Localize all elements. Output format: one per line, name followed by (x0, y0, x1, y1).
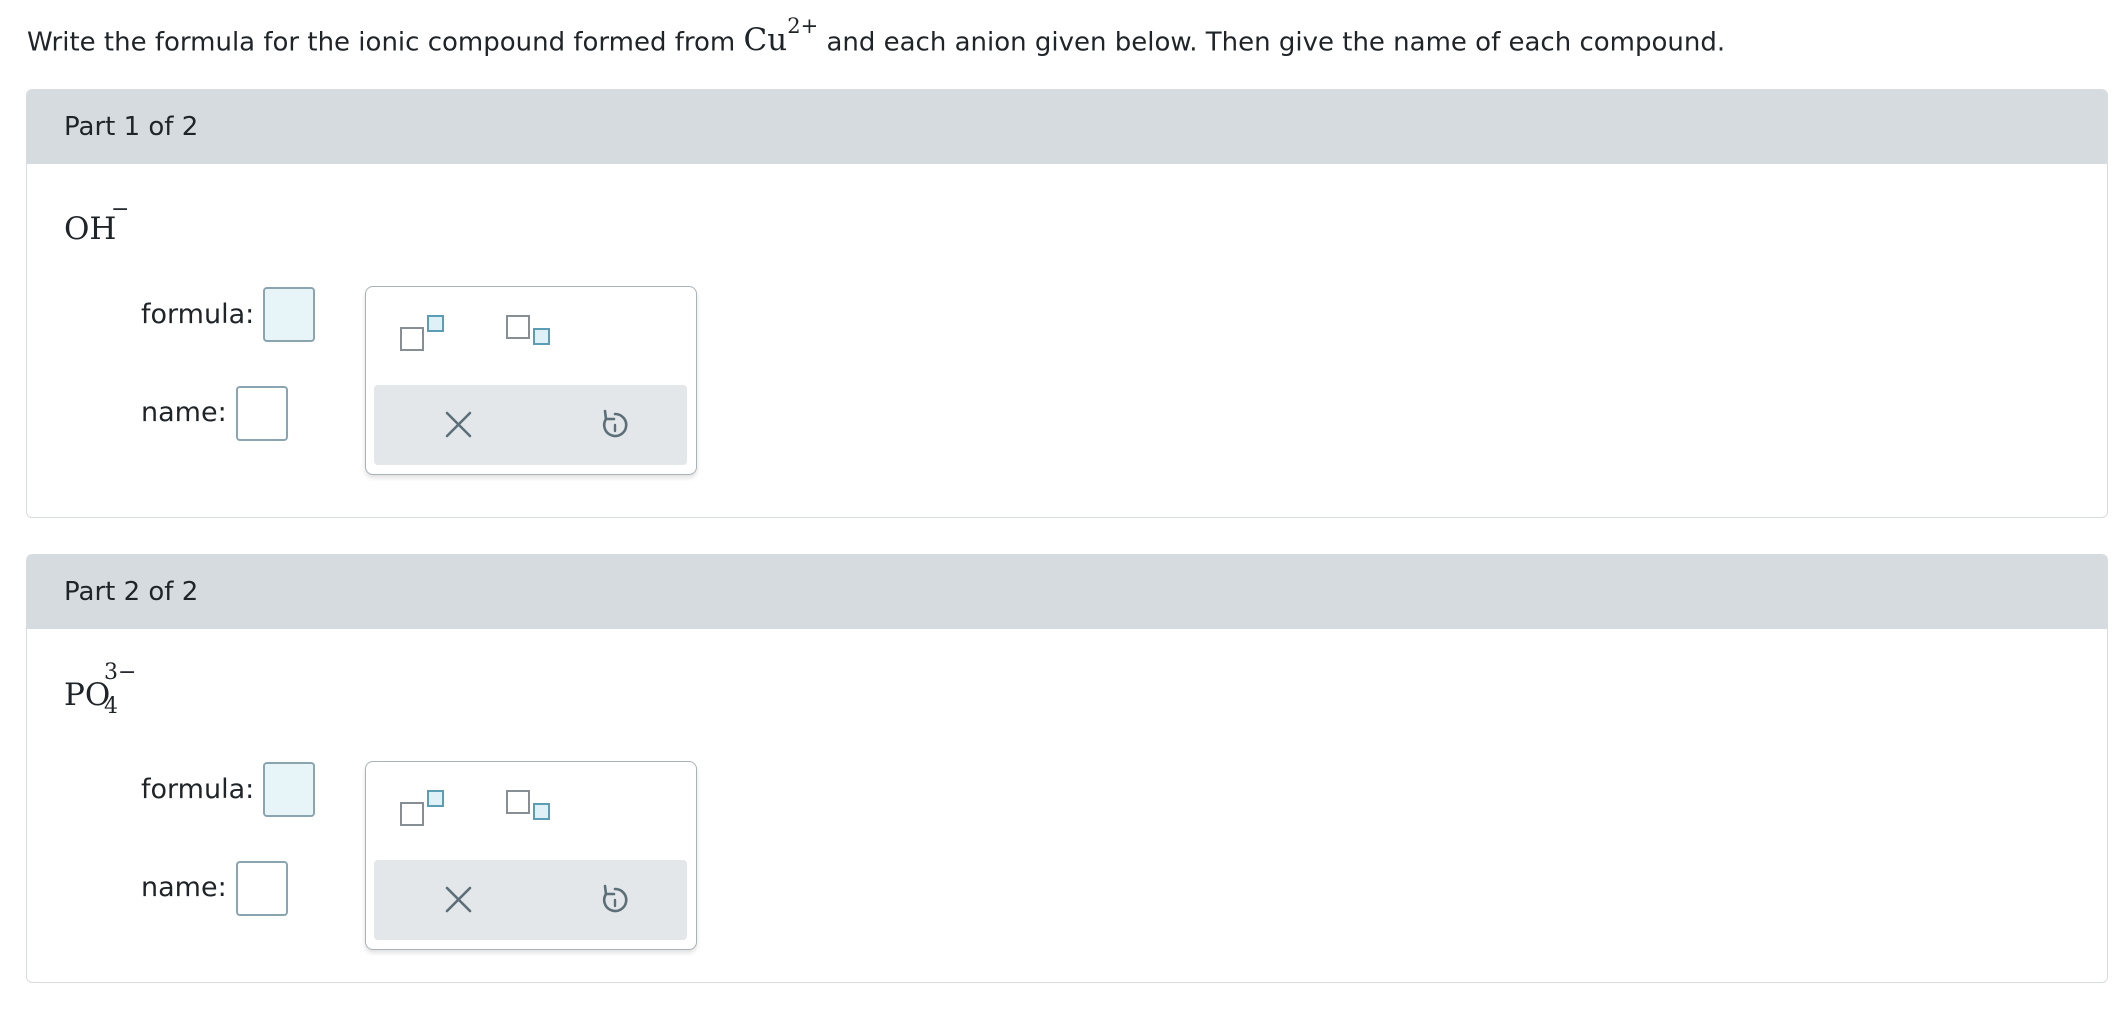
part-2-formula-input[interactable] (263, 762, 315, 817)
part-1-panel: Part 1 of 2 OH − formula: name: (26, 89, 2108, 518)
question-prompt: Write the formula for the ionic compound… (27, 14, 1725, 60)
undo-icon (602, 409, 628, 438)
part-1-anion: OH − (64, 197, 129, 247)
page: Write the formula for the ionic compound… (0, 0, 2120, 1030)
subscript-button[interactable] (506, 786, 556, 831)
subscript-button[interactable] (506, 311, 556, 356)
name-label: name: (141, 872, 227, 903)
question-text-after: and each anion given below. Then give th… (818, 27, 1726, 58)
anion-charge: − (111, 197, 130, 222)
question-text-before: Write the formula for the ionic compound… (27, 27, 744, 58)
clear-button[interactable] (414, 395, 504, 455)
part-2-header: Part 2 of 2 (27, 555, 2107, 629)
part-2-name-input[interactable] (236, 861, 288, 916)
clear-icon (445, 886, 472, 913)
anion-subscript: 4 (104, 694, 118, 719)
superscript-button[interactable] (400, 786, 450, 831)
undo-button[interactable] (569, 870, 659, 930)
palette-toolbar (374, 860, 687, 940)
clear-icon (445, 411, 472, 438)
part-1-header: Part 1 of 2 (27, 90, 2107, 164)
anion-charge: 3− (104, 660, 137, 685)
part-2-panel: Part 2 of 2 PO 4 3− formula: name: (26, 554, 2108, 983)
part-1-math-palette (365, 286, 697, 475)
undo-icon (602, 884, 628, 913)
part-1-formula-input[interactable] (263, 287, 315, 342)
name-label: name: (141, 397, 227, 428)
formula-label: formula: (141, 774, 255, 805)
cation-formula: Cu2+ (743, 14, 819, 59)
part-2-anion: PO 4 3− (64, 660, 136, 719)
superscript-button[interactable] (400, 311, 450, 356)
formula-label: formula: (141, 299, 255, 330)
part-2-math-palette (365, 761, 697, 950)
clear-button[interactable] (414, 870, 504, 930)
part-1-name-input[interactable] (236, 386, 288, 441)
palette-toolbar (374, 385, 687, 465)
cation-charge: 2+ (787, 14, 819, 38)
undo-button[interactable] (569, 395, 659, 455)
cation-symbol: Cu (743, 22, 788, 59)
anion-symbol: OH (64, 211, 117, 247)
